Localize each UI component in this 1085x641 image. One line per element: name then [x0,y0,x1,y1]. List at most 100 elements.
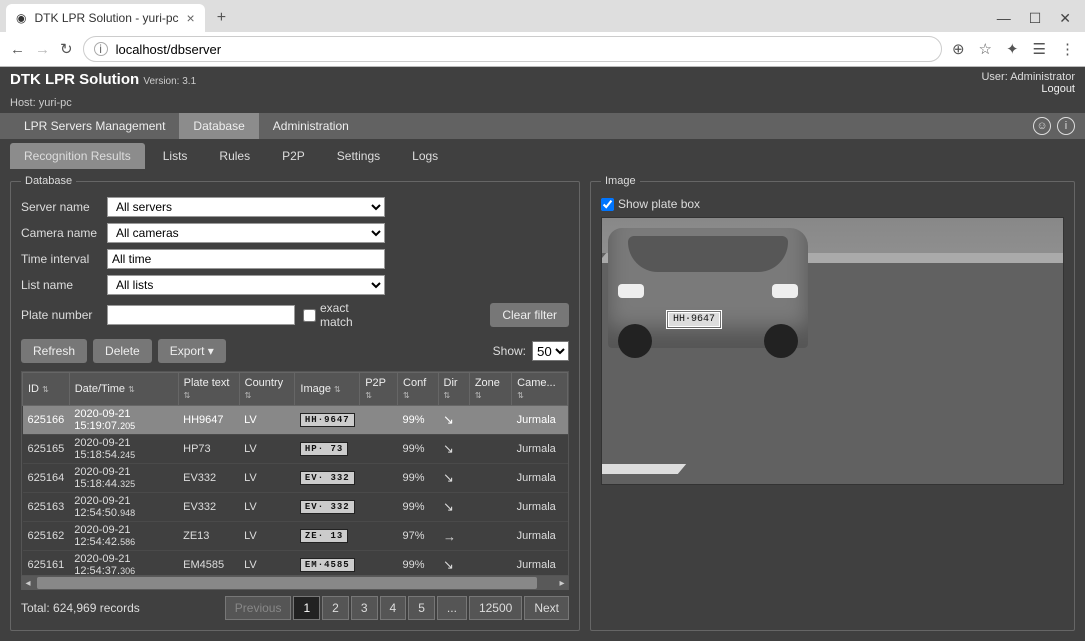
table-row[interactable]: 6251662020-09-21 15:19:07.205HH9647LVHH·… [23,406,568,435]
database-legend: Database [21,175,76,187]
camera-name-label: Camera name [21,226,99,240]
list-name-select[interactable]: All lists [107,275,385,295]
exact-match-checkbox[interactable] [303,309,316,322]
new-tab-button[interactable]: + [211,9,232,27]
show-plate-box-label: Show plate box [601,197,1064,211]
page-12500[interactable]: 12500 [469,596,522,620]
window-controls: — ☐ ✕ [997,10,1085,27]
help-icon[interactable]: i [1057,117,1075,135]
page-4[interactable]: 4 [380,596,407,620]
bookmark-icon[interactable]: ☆ [979,40,992,58]
col-country[interactable]: Country ⇅ [239,373,295,406]
forward-icon[interactable]: → [35,41,50,58]
user-icon[interactable]: ☺ [1033,117,1051,135]
reload-icon[interactable]: ↻ [60,40,73,58]
host-line: Host: yuri-pc [0,97,1085,113]
scroll-left-icon[interactable]: ◂ [21,578,35,589]
extensions-icon[interactable]: ✦ [1006,40,1019,58]
scroll-right-icon[interactable]: ▸ [555,578,569,589]
tab-favicon-icon: ◉ [16,11,26,25]
show-plate-box-checkbox[interactable] [601,198,614,211]
content: Database Server name All servers Camera … [0,169,1085,641]
app-header: DTK LPR Solution Version: 3.1 User: Admi… [0,67,1085,97]
subtab-lists[interactable]: Lists [149,143,202,169]
subtab-rules[interactable]: Rules [205,143,264,169]
tab-database[interactable]: Database [179,113,258,139]
close-icon[interactable]: × [187,10,195,26]
page-1[interactable]: 1 [293,596,320,620]
profile-icon[interactable]: ☰ [1033,40,1046,58]
table-footer: Total: 624,969 records Previous12345...1… [21,596,569,620]
results-table: ID ⇅Date/Time ⇅Plate text ⇅Country ⇅Imag… [22,372,568,576]
plate-number-input[interactable] [107,305,295,325]
server-name-label: Server name [21,200,99,214]
table-row[interactable]: 6251642020-09-21 15:18:44.325EV332LVEV· … [23,464,568,493]
table-row[interactable]: 6251622020-09-21 12:54:42.586ZE13LVZE· 1… [23,522,568,551]
app-title: DTK LPR Solution Version: 3.1 [10,71,196,88]
total-records: Total: 624,969 records [21,601,140,615]
page-5[interactable]: 5 [408,596,435,620]
refresh-button[interactable]: Refresh [21,339,87,363]
maximize-icon[interactable]: ☐ [1029,10,1042,27]
car-icon: HH·9647 [608,228,808,348]
col-date-time[interactable]: Date/Time ⇅ [69,373,178,406]
app-root: DTK LPR Solution Version: 3.1 User: Admi… [0,67,1085,641]
col-image[interactable]: Image ⇅ [295,373,360,406]
browser-toolbar: ← → ↻ i ⊕ ☆ ✦ ☰ ⋮ [0,32,1085,66]
pagination: Previous12345...12500Next [225,596,569,620]
page-next[interactable]: Next [524,596,569,620]
url-input[interactable] [116,42,931,57]
col-zone[interactable]: Zone ⇅ [469,373,511,406]
image-panel: Image Show plate box HH·9647 [590,175,1075,631]
plate-number-label: Plate number [21,308,99,322]
tab-administration[interactable]: Administration [259,113,363,139]
clear-filter-button[interactable]: Clear filter [490,303,569,327]
user-info: User: Administrator Logout [981,71,1075,95]
h-scrollbar[interactable]: ◂ ▸ [21,576,569,590]
show-label: Show: [493,344,526,358]
exact-match-label: exact match [303,301,381,329]
col-came-[interactable]: Came... ⇅ [512,373,568,406]
time-interval-input[interactable] [107,249,385,269]
col-p-p[interactable]: P2P ⇅ [360,373,398,406]
subtab-settings[interactable]: Settings [323,143,394,169]
tab-bar: ◉ DTK LPR Solution - yuri-pc × + — ☐ ✕ [0,0,1085,32]
page-prev[interactable]: Previous [225,596,292,620]
show-select[interactable]: 50 [532,341,569,361]
sub-tabs: Recognition Results Lists Rules P2P Sett… [0,139,1085,169]
tab-lpr-servers[interactable]: LPR Servers Management [10,113,179,139]
delete-button[interactable]: Delete [93,339,152,363]
list-name-label: List name [21,278,99,292]
back-icon[interactable]: ← [10,41,25,58]
col-id[interactable]: ID ⇅ [23,373,70,406]
page-...[interactable]: ... [437,596,467,620]
results-table-wrap: ID ⇅Date/Time ⇅Plate text ⇅Country ⇅Imag… [21,371,569,576]
page-3[interactable]: 3 [351,596,378,620]
server-name-select[interactable]: All servers [107,197,385,217]
export-button[interactable]: Export ▾ [158,339,226,363]
table-row[interactable]: 6251612020-09-21 12:54:37.306EM4585LVEM·… [23,551,568,577]
zoom-icon[interactable]: ⊕ [952,40,965,58]
browser-tab[interactable]: ◉ DTK LPR Solution - yuri-pc × [6,4,205,32]
detected-plate: HH·9647 [668,312,720,327]
subtab-recognition-results[interactable]: Recognition Results [10,143,145,169]
col-plate-text[interactable]: Plate text ⇅ [178,373,239,406]
minimize-icon[interactable]: — [997,10,1011,27]
table-row[interactable]: 6251632020-09-21 12:54:50.948EV332LVEV· … [23,493,568,522]
subtab-logs[interactable]: Logs [398,143,452,169]
browser-chrome: ◉ DTK LPR Solution - yuri-pc × + — ☐ ✕ ←… [0,0,1085,67]
logout-link[interactable]: Logout [1041,83,1075,95]
address-bar[interactable]: i [83,36,942,62]
page-2[interactable]: 2 [322,596,349,620]
col-dir[interactable]: Dir ⇅ [438,373,469,406]
close-window-icon[interactable]: ✕ [1059,10,1071,27]
scroll-thumb[interactable] [37,577,537,589]
database-panel: Database Server name All servers Camera … [10,175,580,631]
site-info-icon[interactable]: i [94,42,108,56]
subtab-p2p[interactable]: P2P [268,143,319,169]
table-row[interactable]: 6251652020-09-21 15:18:54.245HP73LVHP· 7… [23,435,568,464]
camera-name-select[interactable]: All cameras [107,223,385,243]
menu-icon[interactable]: ⋮ [1060,40,1075,58]
col-conf[interactable]: Conf ⇅ [398,373,438,406]
main-tabs: LPR Servers Management Database Administ… [0,113,1085,139]
